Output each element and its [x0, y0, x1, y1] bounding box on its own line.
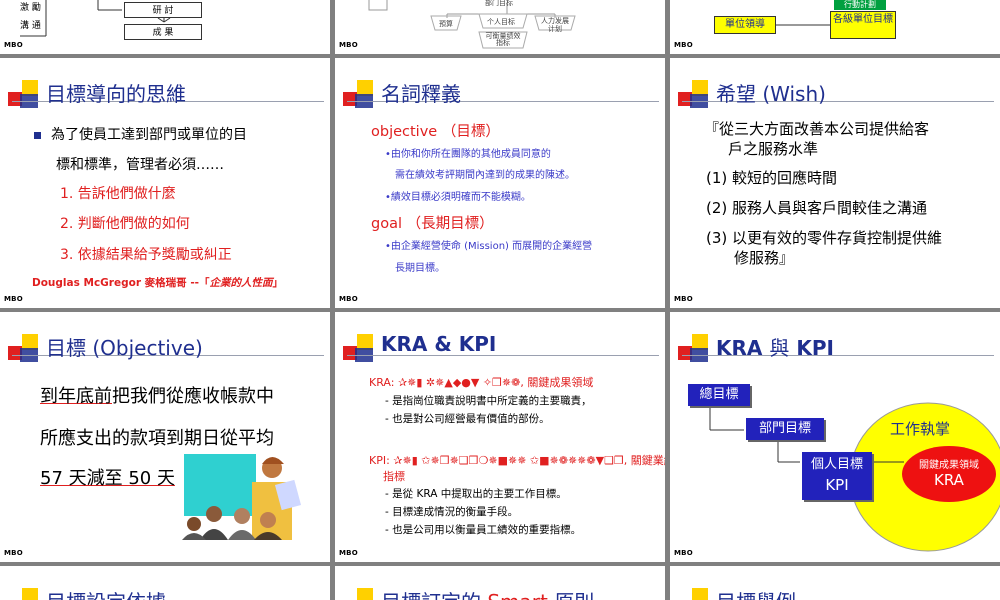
measurable-label: 可衡量绩效指标: [485, 32, 521, 47]
wish-item-1: (1) 較短的回應時間: [706, 169, 838, 187]
objective-line-3: 57 天減至 50 天: [40, 468, 175, 489]
bullet-square-icon: [34, 131, 41, 139]
footer-mbo: MBO: [674, 41, 693, 49]
slide-title: 希望 (Wish): [716, 82, 826, 106]
slide-title: 目標訂定的 Smart 原則: [381, 586, 594, 600]
slide-title: 目標導向的思維: [46, 82, 186, 106]
work-duty-label: 工作執掌: [890, 420, 951, 438]
discuss-box: 研 討: [124, 2, 202, 18]
title-decoration: [678, 588, 716, 600]
personal-goal-box: 個人目標 KPI: [802, 452, 872, 500]
quote-line: Douglas McGregor 麥格瑞哥 --「企業的人性面」: [32, 277, 284, 289]
slide-top-right: 行動計劃 單位領導 各級單位目標 MBO: [670, 0, 1000, 54]
wish-line-last: 修服務』: [734, 249, 795, 267]
goal-top-label: 部门目标: [485, 0, 513, 7]
slide-title: KRA & KPI: [381, 332, 497, 356]
objective-line-2: 需在績效考評期間內達到的成果的陳述。: [395, 170, 575, 181]
kpi-heading-2: 指標: [383, 470, 405, 483]
hierarchy-connectors: [709, 402, 1000, 552]
slide-bottom-middle: 目標訂定的 Smart 原則: [335, 566, 665, 600]
all-units-box: 各級單位目標: [830, 11, 896, 39]
wish-item-3: (3) 以更有效的零件存貨控制提供維: [706, 229, 943, 247]
slide-title: 目標設定依據: [46, 586, 166, 600]
goal-heading: goal （長期目標）: [371, 216, 494, 232]
title-decoration: [343, 80, 381, 110]
incentive-label: 激 勵: [20, 3, 41, 13]
slide-kra-kpi-diagram: KRA 與 KPI 總目標 部門目標 個人目標 KPI 工作執掌 關鍵成果領域 K…: [670, 312, 1000, 562]
kra-ellipse: 關鍵成果領域 KRA: [902, 446, 996, 502]
title-decoration: [343, 588, 381, 600]
title-decoration: [8, 588, 46, 600]
result-box: 成 果: [124, 24, 202, 40]
footer-mbo: MBO: [674, 549, 693, 557]
goal-line-1: •由企業經營使命 (Mission) 而展開的企業經營: [385, 241, 593, 252]
kra-item-1: - 是指崗位職責說明書中所定義的主要職責，: [385, 395, 592, 407]
kpi-heading: KPI: ✰✵▮ ✩✵❒✵❑❒❍✵■✵✵ ✩■✵❁✵✵❁▼❑❒, 關鍵業績: [369, 454, 665, 467]
kra-item-2: - 也是對公司經營最有價值的部份。: [385, 413, 550, 425]
wish-line-1: 『從三大方面改善本公司提供給客: [704, 120, 930, 138]
title-decoration: [8, 334, 46, 364]
total-goal-box: 總目標: [688, 384, 750, 406]
kpi-item-3: - 也是公司用以衡量員工績效的重要指標。: [385, 524, 582, 536]
footer-mbo: MBO: [339, 41, 358, 49]
slide-goal-thinking: 目標導向的思維 為了使員工達到部門或單位的目 標和標準，管理者必須…… 1. 告…: [0, 58, 330, 308]
slide-top-left: 激 勵 溝 通 研 討 成 果 MBO: [0, 0, 330, 54]
footer-mbo: MBO: [339, 549, 358, 557]
slide-title: 目標 (Objective): [46, 336, 203, 360]
kra-heading: KRA: ✰✵▮ ✲✵▲◆●▼ ✧❒✵❁, 關鍵成果領域: [369, 376, 594, 389]
footer-mbo: MBO: [674, 295, 693, 303]
goal-item-1: 1. 告訴他們做什麼: [60, 186, 176, 202]
wish-item-2: (2) 服務人員與客戶間較佳之溝通: [706, 199, 928, 217]
slide-kra-kpi: KRA & KPI KRA: ✰✵▮ ✲✵▲◆●▼ ✧❒✵❁, 關鍵成果領域 -…: [335, 312, 665, 562]
slide-title: 目標舉例: [716, 586, 796, 600]
personal-goal-small: 个人目标: [487, 18, 515, 26]
goal-item-2: 2. 判斷他們做的如何: [60, 216, 190, 232]
title-decoration: [343, 334, 381, 364]
goal-line-2: 長期目標。: [395, 263, 445, 274]
objective-line-3: •績效目標必須明確而不能模糊。: [385, 192, 531, 203]
title-decoration: [8, 80, 46, 110]
footer-mbo: MBO: [339, 295, 358, 303]
intro-line-1: 為了使員工達到部門或單位的目: [34, 124, 247, 144]
objective-line-1: •由你和你所在團隊的其他成員同意的: [385, 149, 551, 160]
budget-label: 預算: [439, 20, 453, 28]
objective-heading: objective （目標）: [371, 124, 500, 140]
intro-line-2: 標和標準，管理者必須……: [56, 157, 224, 173]
title-decoration: [678, 80, 716, 110]
slide-bottom-left: 目標設定依據: [0, 566, 330, 600]
slide-definitions: 名詞釋義 objective （目標） •由你和你所在團隊的其他成員同意的 需在…: [335, 58, 665, 308]
goal-item-3: 3. 依據結果給予獎勵或糾正: [60, 247, 232, 263]
footer-mbo: MBO: [4, 549, 23, 557]
slide-objective: 目標 (Objective) 到年底前把我們從應收帳款中 所應支出的款項到期日從…: [0, 312, 330, 562]
slide-top-middle: 部门目标 預算 个人目标 人力发展计划 可衡量绩效指标 MBO: [335, 0, 665, 54]
objective-line-1: 到年底前把我們從應收帳款中: [40, 386, 274, 407]
slide-title: 名詞釋義: [381, 82, 461, 106]
slide-wish: 希望 (Wish) 『從三大方面改善本公司提供給客 戶之服務水準 (1) 較短的…: [670, 58, 1000, 308]
kpi-item-2: - 目標達成情況的衡量手段。: [385, 506, 519, 518]
kpi-item-1: - 是從 KRA 中提取出的主要工作目標。: [385, 488, 567, 500]
wish-line-2: 戶之服務水準: [728, 140, 819, 158]
footer-mbo: MBO: [4, 41, 23, 49]
dept-goal-box: 部門目標: [746, 418, 824, 440]
hr-plan-label: 人力发展计划: [541, 17, 569, 33]
communicate-label: 溝 通: [20, 21, 41, 31]
meeting-illustration: [182, 454, 302, 540]
slide-bottom-right: 目標舉例: [670, 566, 1000, 600]
footer-mbo: MBO: [4, 295, 23, 303]
